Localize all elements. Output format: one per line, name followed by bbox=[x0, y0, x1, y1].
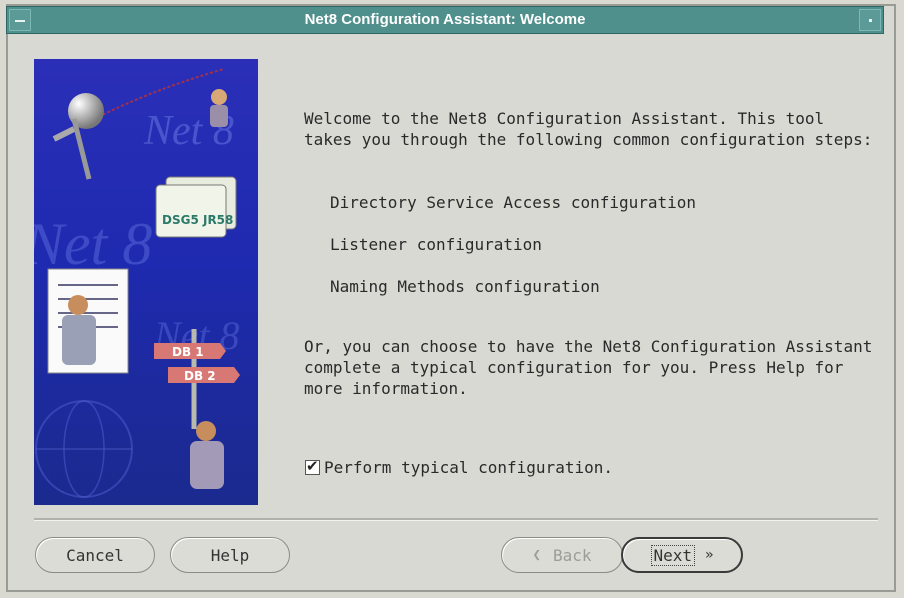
welcome-illustration: Net 8 Net 8 Net 8 DSG5 JR58 DB 1 DB 2 bbox=[34, 59, 258, 505]
typical-config-checkbox[interactable] bbox=[305, 457, 320, 475]
net8-artwork: Net 8 Net 8 Net 8 DSG5 JR58 DB 1 DB 2 bbox=[34, 68, 240, 498]
back-chevron-icon: ❮ bbox=[532, 547, 541, 563]
next-button[interactable]: Next » bbox=[621, 537, 743, 573]
step-directory-service: Directory Service Access configuration bbox=[330, 193, 697, 212]
cancel-label: Cancel bbox=[66, 545, 124, 565]
next-label: Next bbox=[650, 544, 696, 566]
cancel-button[interactable]: Cancel bbox=[35, 537, 155, 573]
db2-label: DB 2 bbox=[184, 369, 216, 383]
title-bar[interactable]: Net8 Configuration Assistant: Welcome bbox=[6, 6, 884, 34]
back-button[interactable]: ❮ Back bbox=[501, 537, 623, 573]
person-icon-top bbox=[210, 105, 228, 127]
step-listener: Listener configuration bbox=[330, 235, 542, 254]
db1-label: DB 1 bbox=[172, 345, 204, 359]
help-button[interactable]: Help bbox=[170, 537, 290, 573]
next-chevron-icon: » bbox=[705, 547, 714, 563]
person-icon-document bbox=[62, 315, 96, 365]
alternative-text: Or, you can choose to have the Net8 Conf… bbox=[304, 337, 873, 398]
typical-config-label[interactable]: Perform typical configuration. bbox=[324, 457, 613, 478]
welcome-text: Welcome to the Net8 Configuration Assist… bbox=[304, 109, 873, 149]
folder-label: DSG5 JR58 bbox=[162, 213, 233, 227]
typical-config-row[interactable]: Perform typical configuration. bbox=[305, 457, 613, 478]
step-naming-methods: Naming Methods configuration bbox=[330, 277, 600, 296]
help-label: Help bbox=[210, 545, 250, 565]
microphone-stand bbox=[52, 126, 76, 142]
net8-watermark-2: Net 8 bbox=[34, 211, 152, 277]
button-separator bbox=[34, 518, 878, 521]
window-title: Net8 Configuration Assistant: Welcome bbox=[304, 11, 586, 28]
maximize-button[interactable] bbox=[859, 9, 881, 31]
back-label: Back bbox=[552, 545, 592, 565]
person-icon-bottom bbox=[190, 441, 224, 489]
